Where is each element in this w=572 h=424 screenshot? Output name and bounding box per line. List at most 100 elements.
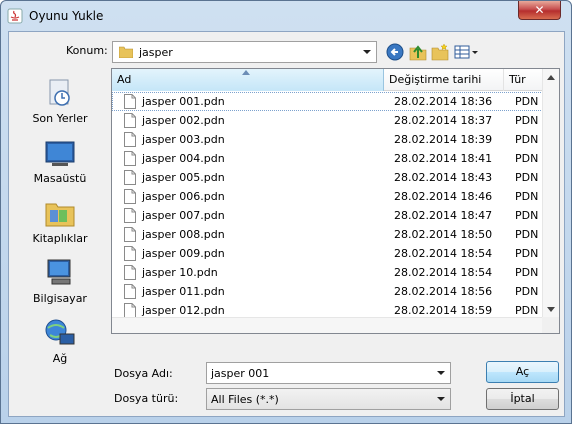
- file-name: jasper 007.pdn: [142, 209, 225, 222]
- java-cup-icon: [7, 8, 23, 24]
- cancel-button[interactable]: İptal: [486, 388, 559, 410]
- filename-field[interactable]: jasper 001: [206, 362, 451, 384]
- desktop-icon: [45, 141, 75, 166]
- folder-icon: [119, 46, 133, 58]
- file-name: jasper 009.pdn: [142, 247, 225, 260]
- file-date: 28.02.2014 18:43: [394, 171, 493, 184]
- file-date: 28.02.2014 18:56: [394, 285, 493, 298]
- table-row[interactable]: jasper 002.pdn 28.02.2014 18:37 PDN D: [112, 111, 543, 130]
- file-name: jasper 10.pdn: [142, 266, 218, 279]
- file-date: 28.02.2014 18:47: [394, 209, 493, 222]
- table-row[interactable]: jasper 003.pdn 28.02.2014 18:39 PDN D: [112, 130, 543, 149]
- table-row[interactable]: jasper 008.pdn 28.02.2014 18:50 PDN D: [112, 225, 543, 244]
- file-type: PDN D: [515, 171, 543, 184]
- file-name: jasper 004.pdn: [142, 152, 225, 165]
- close-button[interactable]: ✕: [518, 1, 561, 20]
- sidebar-item-label: Kitaplıklar: [32, 232, 88, 245]
- table-row[interactable]: jasper 011.pdn 28.02.2014 18:56 PDN D: [112, 282, 543, 301]
- close-icon: ✕: [534, 3, 545, 17]
- file-icon: [124, 132, 136, 147]
- sort-ascending-icon: [242, 70, 250, 75]
- open-button[interactable]: Aç: [486, 361, 559, 383]
- file-icon: [124, 113, 136, 128]
- title-bar[interactable]: Oyunu Yukle ✕: [1, 1, 571, 31]
- chevron-down-icon: [437, 397, 445, 401]
- table-row[interactable]: jasper 005.pdn 28.02.2014 18:43 PDN D: [112, 168, 543, 187]
- file-icon: [124, 284, 136, 299]
- file-icon: [124, 170, 136, 185]
- file-type: PDN D: [515, 247, 543, 260]
- recent-places-icon: [49, 79, 70, 106]
- file-name: jasper 011.pdn: [142, 285, 225, 298]
- file-type: PDN D: [515, 152, 543, 165]
- file-type: PDN D: [515, 114, 543, 127]
- file-rows: jasper 001.pdn28.02.2014 18:36PDN Djaspe…: [112, 92, 543, 319]
- chevron-down-icon[interactable]: [436, 368, 446, 378]
- sidebar-item-label: Masaüstü: [33, 172, 87, 185]
- column-header-name[interactable]: Ad: [112, 69, 384, 91]
- column-header-type[interactable]: Tür: [504, 69, 544, 91]
- file-list[interactable]: Ad Değiştirme tarihi Tür jasper 001.pdn 2…: [111, 68, 560, 334]
- table-row[interactable]: jasper 009.pdn 28.02.2014 18:54 PDN D: [112, 244, 543, 263]
- libraries-icon: [45, 203, 75, 227]
- file-date: 28.02.2014 18:41: [394, 152, 493, 165]
- file-date: 28.02.2014 18:54: [394, 247, 493, 260]
- file-date: 28.02.2014 18:39: [394, 133, 493, 146]
- location-label: Konum:: [66, 44, 108, 57]
- horizontal-scrollbar[interactable]: [112, 317, 543, 333]
- sidebar-item-computer[interactable]: Bilgisayar: [11, 258, 109, 318]
- file-icon: [124, 189, 136, 204]
- file-date: 28.02.2014 18:50: [394, 228, 493, 241]
- chevron-down-icon: [363, 50, 371, 54]
- sidebar-item-network[interactable]: Ağ: [11, 318, 109, 378]
- file-type: PDN D: [515, 228, 543, 241]
- file-name: jasper 003.pdn: [142, 133, 225, 146]
- file-type: PDN D: [515, 209, 543, 222]
- file-date: 28.02.2014 18:37: [394, 114, 493, 127]
- file-type: PDN D: [515, 266, 543, 279]
- file-name: jasper 006.pdn: [142, 190, 225, 203]
- table-row[interactable]: jasper 001.pdn 28.02.2014 18:36 PDN D: [112, 92, 543, 111]
- file-type: PDN D: [515, 95, 543, 108]
- column-header-date[interactable]: Değiştirme tarihi: [384, 69, 504, 91]
- filetype-select[interactable]: All Files (*.*): [206, 388, 451, 410]
- sidebar-item-label: Ağ: [52, 352, 68, 365]
- file-icon: [124, 227, 136, 242]
- file-icon: [124, 94, 136, 109]
- location-combo[interactable]: jasper: [112, 41, 377, 63]
- file-name: jasper 002.pdn: [142, 114, 225, 127]
- sidebar-item-desktop[interactable]: Masaüstü: [11, 138, 109, 198]
- vertical-scrollbar[interactable]: [542, 69, 559, 318]
- computer-icon: [47, 259, 71, 285]
- new-folder-icon[interactable]: [430, 42, 450, 62]
- file-type: PDN D: [515, 304, 543, 317]
- file-date: 28.02.2014 18:46: [394, 190, 493, 203]
- view-menu-icon[interactable]: [453, 42, 481, 62]
- dialog-window: Oyunu Yukle ✕ Konum: jasper Son Yerler M…: [0, 0, 572, 424]
- table-row[interactable]: jasper 004.pdn 28.02.2014 18:41 PDN D: [112, 149, 543, 168]
- scroll-down-icon[interactable]: [547, 307, 555, 312]
- sidebar-item-recent-places[interactable]: Son Yerler: [11, 78, 109, 138]
- places-sidebar: Son Yerler Masaüstü Kitaplıklar Bilgisay…: [9, 70, 104, 370]
- filetype-value: All Files (*.*): [211, 393, 279, 406]
- file-name: jasper 008.pdn: [142, 228, 225, 241]
- scrollbar-corner: [542, 317, 559, 333]
- file-icon: [124, 303, 136, 318]
- back-icon[interactable]: [385, 42, 405, 62]
- sidebar-item-libraries[interactable]: Kitaplıklar: [11, 198, 109, 258]
- up-folder-icon[interactable]: [408, 42, 428, 62]
- sidebar-item-label: Son Yerler: [32, 112, 88, 125]
- file-icon: [124, 151, 136, 166]
- location-value: jasper: [139, 46, 173, 59]
- window-title: Oyunu Yukle: [29, 9, 104, 23]
- file-type: PDN D: [515, 285, 543, 298]
- scroll-up-icon[interactable]: [547, 75, 555, 80]
- table-row[interactable]: jasper 007.pdn 28.02.2014 18:47 PDN D: [112, 206, 543, 225]
- file-name: jasper 005.pdn: [142, 171, 225, 184]
- file-date: 28.02.2014 18:36: [394, 95, 493, 108]
- table-row[interactable]: jasper 006.pdn 28.02.2014 18:46 PDN D: [112, 187, 543, 206]
- sidebar-item-label: Bilgisayar: [33, 292, 87, 305]
- table-row[interactable]: jasper 10.pdn 28.02.2014 18:54 PDN D: [112, 263, 543, 282]
- file-icon: [124, 208, 136, 223]
- file-icon: [124, 265, 136, 280]
